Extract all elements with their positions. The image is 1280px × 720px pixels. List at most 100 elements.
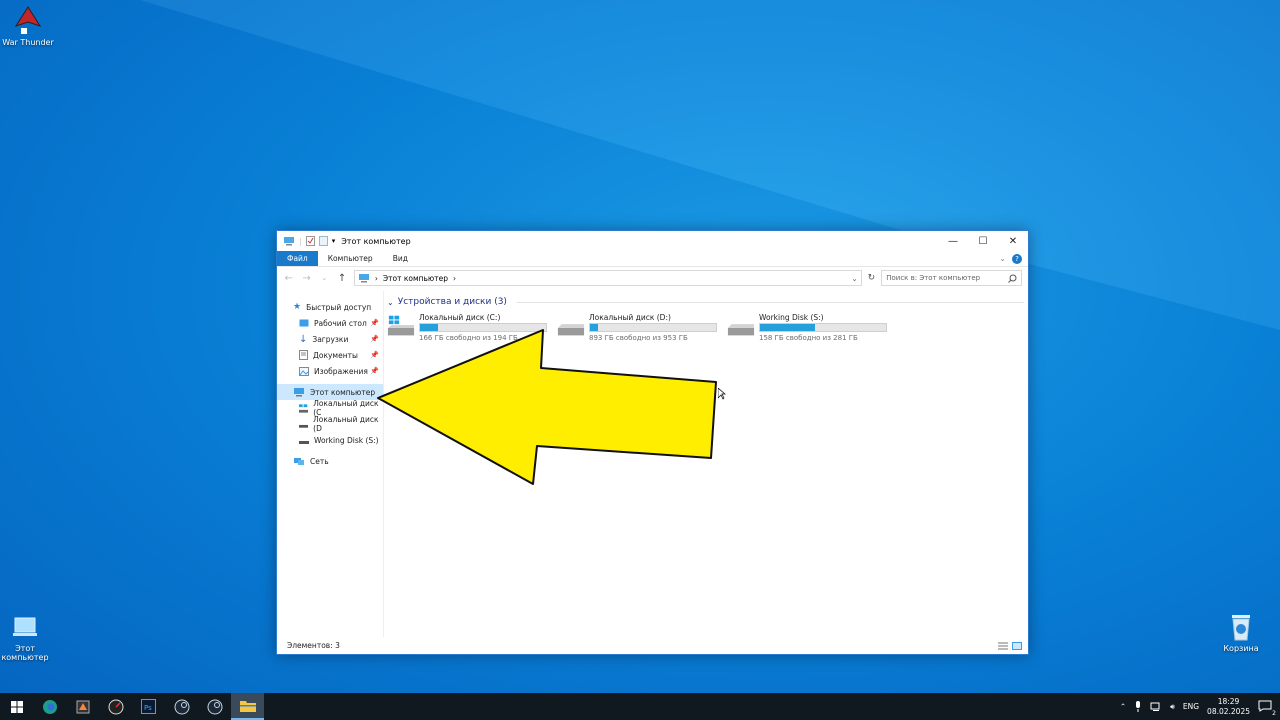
drive-tile-d[interactable]: Локальный диск (D:) 893 ГБ свободно из 9…	[557, 313, 717, 343]
clock[interactable]: 18:29 08.02.2025	[1207, 697, 1250, 717]
sidebar-item-label: Локальный диск (D	[313, 415, 379, 433]
group-header[interactable]: ⌄ Устройства и диски (3)	[387, 295, 1024, 309]
tiles-view-icon[interactable]	[1012, 642, 1022, 650]
start-button[interactable]	[0, 693, 33, 720]
notifications-button[interactable]: 2	[1258, 700, 1276, 717]
folder-icon	[239, 701, 256, 712]
desktop-icon-label: Корзина	[1223, 644, 1259, 653]
window-title: Этот компьютер	[341, 236, 411, 246]
forward-button[interactable]: →	[301, 273, 313, 284]
drive-icon	[299, 440, 309, 444]
drive-tile-c[interactable]: Локальный диск (C:) 166 ГБ свободно из 1…	[387, 313, 547, 343]
sidebar-item-quick-access[interactable]: ★ Быстрый доступ	[277, 299, 383, 315]
sidebar-item-desktop[interactable]: Рабочий стол 📌	[277, 315, 383, 331]
recycle-bin-icon	[1232, 615, 1250, 641]
minimize-button[interactable]: —	[938, 231, 968, 251]
collapse-chevron-icon[interactable]: ⌄	[387, 298, 394, 307]
explorer-window: | ▾ Этот компьютер — ☐ ✕ Файл Компьютер …	[276, 230, 1029, 655]
up-button[interactable]: ↑	[336, 273, 348, 284]
sidebar-item-documents[interactable]: Документы 📌	[277, 347, 383, 363]
taskbar-steam-2[interactable]	[198, 693, 231, 720]
search-input[interactable]: Поиск в: Этот компьютер	[881, 270, 1023, 286]
drive-usage-bar	[419, 323, 547, 332]
details-view-icon[interactable]	[998, 642, 1008, 650]
drive-usage-bar	[589, 323, 717, 332]
refresh-icon[interactable]: ↻	[868, 273, 876, 283]
expand-ribbon-icon[interactable]: ⌄	[999, 254, 1006, 263]
network-icon[interactable]	[1150, 702, 1162, 712]
help-icon[interactable]: ?	[1012, 253, 1022, 264]
back-button[interactable]: ←	[283, 273, 295, 284]
download-icon: ↓	[299, 333, 308, 345]
taskbar-photoshop[interactable]: Ps	[132, 693, 165, 720]
drive-name: Локальный диск (D:)	[589, 313, 671, 322]
mouse-cursor-icon	[718, 388, 726, 400]
pin-icon[interactable]: 📌	[370, 367, 379, 375]
drive-name: Локальный диск (C:)	[419, 313, 501, 322]
recent-locations-icon[interactable]: ⌄	[318, 274, 330, 282]
sidebar-item-drive-d[interactable]: Локальный диск (D	[277, 415, 383, 433]
maximize-button[interactable]: ☐	[968, 231, 998, 251]
drive-icon	[299, 424, 309, 428]
taskbar-steam[interactable]	[165, 693, 198, 720]
desktop-icon	[299, 319, 309, 326]
pin-icon[interactable]: 📌	[370, 319, 379, 327]
drive-icon	[727, 324, 755, 336]
properties-icon[interactable]	[305, 236, 315, 246]
app-icon	[76, 700, 89, 713]
computer-icon	[284, 237, 294, 246]
drive-tile-s[interactable]: Working Disk (S:) 158 ГБ свободно из 281…	[727, 313, 887, 343]
close-button[interactable]: ✕	[998, 231, 1028, 251]
sidebar-item-label: Загрузки	[312, 334, 349, 344]
pin-icon[interactable]: 📌	[370, 351, 379, 359]
content-pane: ⌄ Устройства и диски (3) Локальный диск …	[387, 295, 1024, 343]
pictures-icon	[299, 366, 309, 376]
sidebar-item-network[interactable]: Сеть	[277, 453, 383, 469]
language-indicator[interactable]: ENG	[1183, 702, 1199, 711]
drive-free-space: 166 ГБ свободно из 194 ГБ	[419, 334, 518, 342]
customize-qa-icon[interactable]: ▾	[332, 237, 336, 245]
new-folder-icon[interactable]	[318, 236, 328, 246]
notification-icon	[1258, 700, 1272, 712]
taskbar-edge[interactable]	[33, 693, 66, 720]
desktop-icon-label: Этот компьютер	[1, 644, 49, 662]
war-thunder-icon	[15, 6, 41, 34]
clock-time: 18:29	[1217, 696, 1240, 706]
taskbar-app-2[interactable]	[99, 693, 132, 720]
steam-icon	[174, 699, 189, 714]
breadcrumb-item[interactable]: Этот компьютер	[383, 274, 448, 283]
speedometer-icon	[108, 699, 123, 714]
group-header-label: Устройства и диски (3)	[397, 297, 507, 307]
show-hidden-icons-icon[interactable]: ⌃	[1120, 702, 1126, 711]
breadcrumb-chevron-icon[interactable]: ›	[375, 274, 378, 283]
search-icon	[1008, 274, 1017, 283]
documents-icon	[299, 350, 308, 360]
tab-file[interactable]: Файл	[277, 251, 318, 266]
desktop-icon-war-thunder[interactable]: War Thunder	[0, 6, 56, 47]
desktop-icon-recycle-bin[interactable]: Корзина	[1213, 612, 1269, 653]
volume-icon[interactable]: 🔊︎	[1170, 702, 1175, 712]
sidebar-item-this-pc[interactable]: Этот компьютер	[277, 384, 383, 400]
address-dropdown-icon[interactable]: ⌄	[851, 274, 857, 283]
desktop-icon-this-pc[interactable]: Этот компьютер	[0, 614, 53, 662]
breadcrumb-chevron-icon[interactable]: ›	[453, 274, 456, 283]
sidebar-item-pictures[interactable]: Изображения 📌	[277, 363, 383, 379]
title-bar[interactable]: | ▾ Этот компьютер — ☐ ✕	[277, 231, 1028, 251]
tab-computer[interactable]: Компьютер	[318, 251, 383, 266]
separator: |	[299, 236, 302, 246]
computer-icon	[358, 274, 369, 283]
desktop-icon-label: War Thunder	[2, 38, 54, 47]
drive-free-space: 893 ГБ свободно из 953 ГБ	[589, 334, 688, 342]
address-bar[interactable]: › Этот компьютер › ⌄	[353, 270, 862, 286]
sidebar-item-drive-c[interactable]: Локальный диск (C	[277, 399, 383, 417]
pin-icon[interactable]: 📌	[370, 335, 379, 343]
taskbar-file-explorer[interactable]	[231, 693, 264, 720]
sidebar-item-drive-s[interactable]: Working Disk (S:)	[277, 432, 383, 448]
sidebar-item-downloads[interactable]: ↓ Загрузки 📌	[277, 331, 383, 347]
microphone-icon[interactable]	[1134, 701, 1142, 712]
navigation-bar: ← → ⌄ ↑ › Этот компьютер › ⌄ ↻ Поиск в: …	[277, 267, 1028, 289]
tab-view[interactable]: Вид	[383, 251, 418, 266]
navigation-pane: ★ Быстрый доступ Рабочий стол 📌 ↓ Загруз…	[277, 291, 384, 637]
star-icon: ★	[293, 302, 302, 312]
taskbar-app-1[interactable]	[66, 693, 99, 720]
